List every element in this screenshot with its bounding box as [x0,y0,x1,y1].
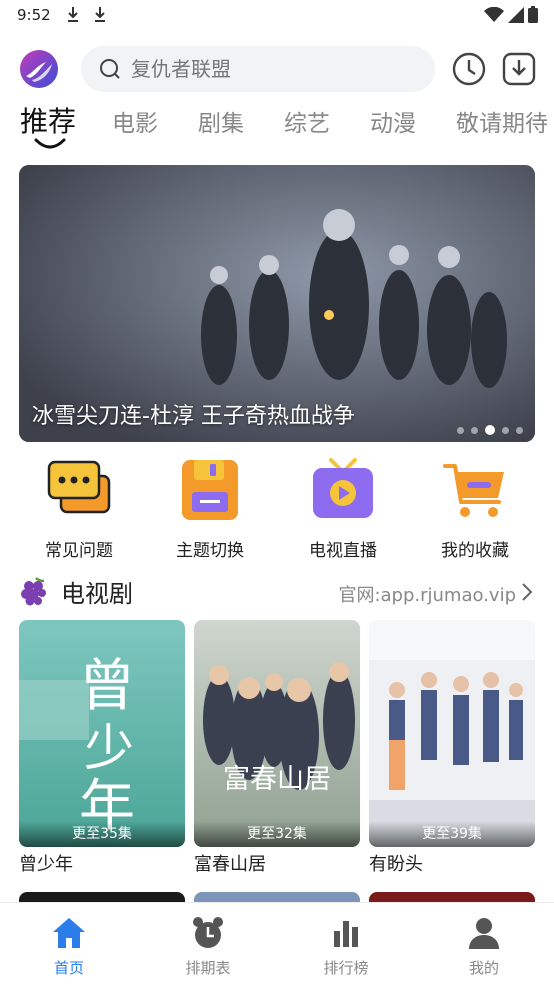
floppy-disk-icon [182,460,238,520]
carousel-dots [457,425,523,435]
bar-chart-icon [334,921,358,947]
nav-ranking-label: 排行榜 [323,959,369,977]
carousel-dot[interactable] [502,426,509,434]
tab-movies[interactable]: 电影 [112,104,158,138]
nav-profile-label: 我的 [468,959,499,977]
tab-recommend[interactable]: 推荐 [20,100,76,140]
status-icons [484,6,538,23]
tab-indicator [34,138,66,149]
nav-ranking[interactable]: 排行榜 [296,915,396,978]
search-icon [100,59,120,79]
poster-title-text: 富春山居 [223,764,331,795]
user-icon [469,918,499,949]
status-bar: 9:52 [0,0,554,32]
banner-caption: 冰雪尖刀连-杜淳 王子奇热血战争 [32,404,355,429]
series-title: 富春山居 [194,854,266,875]
chevron-right-icon[interactable] [520,582,534,602]
top-bar [0,44,554,96]
home-icon [53,918,85,948]
series-poster: 富春山居 更至32集 [194,620,360,847]
carousel-dot[interactable] [457,426,464,434]
nav-schedule[interactable]: 排期表 [158,915,258,978]
battery-icon [528,6,538,23]
section-website-link[interactable]: 官网:app.rjumao.vip [338,581,516,607]
poster-image: 富春山居 [194,620,360,847]
quick-faq-label: 常见问题 [45,541,113,561]
search-input[interactable] [131,46,421,92]
shopping-cart-icon [443,464,504,517]
episode-badge: 更至32集 [194,821,360,847]
quick-favorites-label: 我的收藏 [441,541,509,561]
search-bar[interactable] [81,46,435,92]
download-notification-icon [95,7,105,22]
history-clock-icon[interactable] [452,52,486,86]
episode-badge: 更至35集 [19,821,185,847]
download-notification-icon [68,7,78,22]
download-icon[interactable] [502,52,536,86]
series-card[interactable]: 富春山居 更至32集 富春山居 [194,620,360,876]
nav-profile[interactable]: 我的 [434,915,534,978]
carousel-dot-active[interactable] [485,425,495,435]
section-header: 电视剧 官网:app.rjumao.vip [0,572,554,612]
series-card[interactable]: 曾 少 年 更至35集 曾少年 [19,620,185,876]
quick-theme-label: 主题切换 [176,541,244,561]
bottom-nav: 首页 排期表 排行榜 我的 [0,902,554,984]
signal-icon [508,6,524,23]
nav-home[interactable]: 首页 [19,915,119,978]
chat-bubbles-icon [47,460,111,514]
poster-title-text-1: 曾 [79,654,135,719]
poster-image: 曾 少 年 [19,620,185,847]
carousel-dot[interactable] [516,426,523,434]
series-title: 有盼头 [369,854,423,875]
nav-home-label: 首页 [53,959,84,977]
series-title: 曾少年 [19,854,73,875]
carousel-dot[interactable] [471,426,478,434]
quick-favorites[interactable]: 我的收藏 [415,456,535,561]
quick-live-tv-label: 电视直播 [309,541,377,561]
quick-theme[interactable]: 主题切换 [150,456,270,561]
series-poster: 更至39集 [369,620,535,847]
nav-schedule-label: 排期表 [185,959,231,977]
banner-carousel[interactable]: 冰雪尖刀连-杜淳 王子奇热血战争 [19,165,535,442]
category-tabs: 推荐 电影 剧集 综艺 动漫 敬请期待 [0,100,554,156]
tab-series[interactable]: 剧集 [198,104,244,138]
tab-variety[interactable]: 综艺 [284,104,330,138]
quick-live-tv[interactable]: 电视直播 [283,456,403,561]
episode-badge: 更至39集 [369,821,535,847]
alarm-clock-icon [193,917,223,948]
tab-anime[interactable]: 动漫 [370,104,416,138]
wifi-icon [484,6,504,22]
status-time: 9:52 [17,6,51,24]
section-title: 电视剧 [61,580,133,608]
grape-icon [21,577,46,606]
app-logo-icon[interactable] [18,48,60,90]
tab-coming-soon[interactable]: 敬请期待 [456,104,548,138]
poster-title-text-2: 少 [84,719,134,777]
poster-image [369,620,535,847]
tv-play-icon [313,458,373,518]
series-card[interactable]: 更至39集 有盼头 [369,620,535,876]
series-poster: 曾 少 年 更至35集 [19,620,185,847]
quick-links: 常见问题 主题切换 电视直播 我的收藏 [0,456,554,566]
quick-faq[interactable]: 常见问题 [19,456,139,561]
